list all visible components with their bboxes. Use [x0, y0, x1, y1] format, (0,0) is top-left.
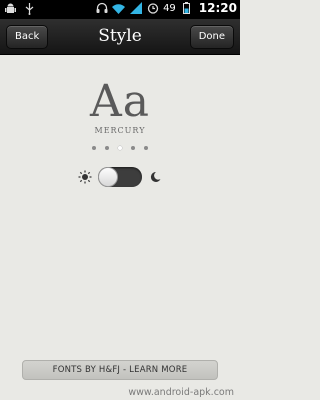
status-left-icons [4, 2, 36, 15]
font-name-label: MERCURY [94, 126, 146, 135]
font-sample[interactable]: Aa [0, 76, 240, 127]
style-content: Aa MERCURY FONTS BY H&FJ - LEARN MORE ww… [0, 56, 240, 400]
page-dot[interactable] [144, 146, 148, 150]
wifi-icon [112, 2, 126, 15]
page-dot[interactable] [105, 146, 109, 150]
learn-more-button[interactable]: FONTS BY H&FJ - LEARN MORE [22, 360, 218, 380]
page-dot[interactable] [131, 146, 135, 150]
battery-icon [180, 2, 193, 15]
status-right-icons: 49 12:20 [95, 1, 237, 15]
theme-row [0, 167, 240, 187]
toggle-knob[interactable] [98, 167, 118, 187]
alarm-icon [146, 2, 159, 15]
moon-icon [148, 170, 162, 184]
usb-icon [23, 2, 36, 15]
page-dot-active[interactable] [118, 146, 122, 150]
watermark: www.android-apk.com [128, 387, 234, 398]
signal-icon [129, 2, 142, 15]
status-bar: 49 12:20 [0, 0, 240, 19]
done-button[interactable]: Done [189, 25, 234, 49]
day-night-toggle[interactable] [98, 167, 142, 187]
android-debug-icon [4, 2, 17, 15]
page-dot[interactable] [92, 146, 96, 150]
clock: 12:20 [198, 1, 237, 15]
headset-icon [95, 2, 108, 15]
sun-icon [78, 170, 92, 184]
battery-percent: 49 [163, 2, 176, 14]
title-bar: Back Style Done [0, 19, 240, 55]
page-indicator [0, 146, 240, 150]
